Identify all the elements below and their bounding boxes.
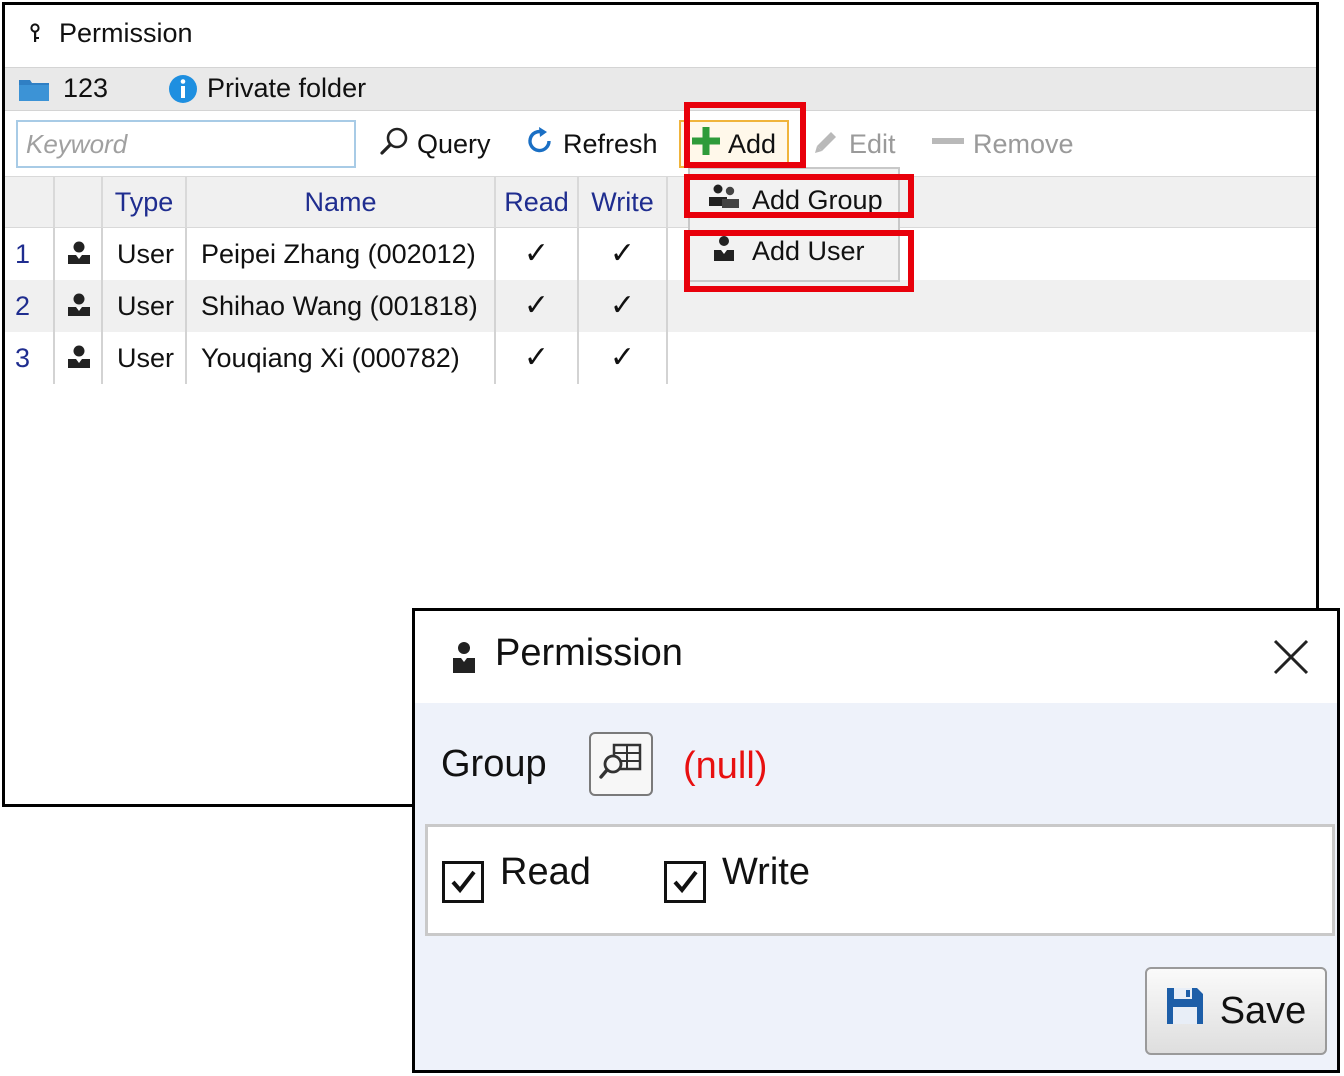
read-check: ✓ [496, 228, 579, 280]
table-row[interactable]: 3 User Youqiang Xi (000782) ✓ ✓ [5, 332, 1316, 384]
write-label: Write [722, 851, 810, 893]
row-number: 2 [5, 280, 55, 332]
write-check: ✓ [579, 332, 668, 384]
type-cell: User [103, 332, 187, 384]
column-header-name[interactable]: Name [187, 177, 496, 227]
table-search-icon [598, 742, 644, 787]
user-icon [55, 332, 103, 384]
write-check: ✓ [579, 280, 668, 332]
query-label: Query [417, 128, 491, 159]
add-group-menu-item[interactable]: Add Group [690, 176, 898, 224]
search-icon [379, 126, 409, 163]
info-icon [168, 74, 198, 109]
folder-name: 123 [63, 73, 109, 103]
type-cell: User [103, 280, 187, 332]
add-dropdown-menu: Add Group Add User [688, 167, 900, 282]
permission-options: Read Write [425, 824, 1335, 936]
table-row[interactable]: 2 User Shihao Wang (001818) ✓ ✓ [5, 280, 1316, 332]
row-number: 1 [5, 228, 55, 280]
header-icon-cell [55, 177, 103, 227]
add-label: Add [727, 128, 777, 159]
key-icon [27, 23, 43, 50]
user-icon [55, 228, 103, 280]
group-label: Group [441, 743, 547, 785]
column-header-write[interactable]: Write [579, 177, 668, 227]
keyword-search-input[interactable] [16, 120, 356, 168]
refresh-button[interactable]: Refresh [525, 124, 658, 164]
folder-icon [19, 77, 49, 106]
edit-label: Edit [849, 128, 896, 159]
group-value: (null) [683, 745, 768, 787]
save-button[interactable]: Save [1145, 967, 1327, 1055]
name-cell: Peipei Zhang (002012) [187, 228, 496, 280]
query-button[interactable]: Query [379, 124, 491, 164]
read-check: ✓ [496, 280, 579, 332]
window-title: Permission [59, 18, 193, 48]
column-header-read[interactable]: Read [496, 177, 579, 227]
add-button[interactable]: Add [679, 120, 789, 168]
dialog-titlebar: Permission [415, 611, 1337, 703]
remove-button[interactable]: Remove [931, 124, 1074, 164]
edit-button[interactable]: Edit [811, 124, 896, 164]
save-label: Save [1219, 989, 1307, 1032]
group-icon [708, 182, 740, 219]
read-checkbox[interactable] [442, 861, 484, 903]
user-icon [708, 233, 740, 270]
close-icon[interactable] [1269, 635, 1313, 679]
toolbar: Query Refresh Add Edit Remove [5, 110, 1316, 176]
minus-icon [931, 126, 965, 163]
refresh-icon [525, 126, 555, 163]
add-user-menu-item[interactable]: Add User [690, 227, 898, 275]
group-lookup-button[interactable] [589, 732, 653, 796]
write-check: ✓ [579, 228, 668, 280]
name-cell: Youqiang Xi (000782) [187, 332, 496, 384]
remove-label: Remove [973, 128, 1074, 159]
folder-description: Private folder [207, 73, 367, 103]
type-cell: User [103, 228, 187, 280]
refresh-label: Refresh [563, 128, 658, 159]
floppy-disk-icon [1166, 987, 1204, 1035]
plus-icon [691, 126, 720, 162]
folder-bar: 123 Private folder [5, 67, 1316, 111]
user-icon [55, 280, 103, 332]
add-user-label: Add User [752, 235, 865, 266]
name-cell: Shihao Wang (001818) [187, 280, 496, 332]
permission-dialog: Permission Group (null) Read Write Save [412, 608, 1340, 1073]
write-checkbox[interactable] [664, 861, 706, 903]
pencil-icon [811, 126, 841, 163]
dialog-title: Permission [495, 632, 683, 674]
add-group-label: Add Group [752, 184, 883, 215]
read-label: Read [500, 851, 591, 893]
column-header-type[interactable]: Type [103, 177, 187, 227]
header-rownum-cell [5, 177, 55, 227]
row-number: 3 [5, 332, 55, 384]
table-header: Type Name Read Write [5, 176, 1316, 228]
table-row[interactable]: 1 User Peipei Zhang (002012) ✓ ✓ [5, 228, 1316, 280]
user-icon [451, 641, 477, 678]
window-titlebar: Permission [5, 5, 1316, 67]
read-check: ✓ [496, 332, 579, 384]
